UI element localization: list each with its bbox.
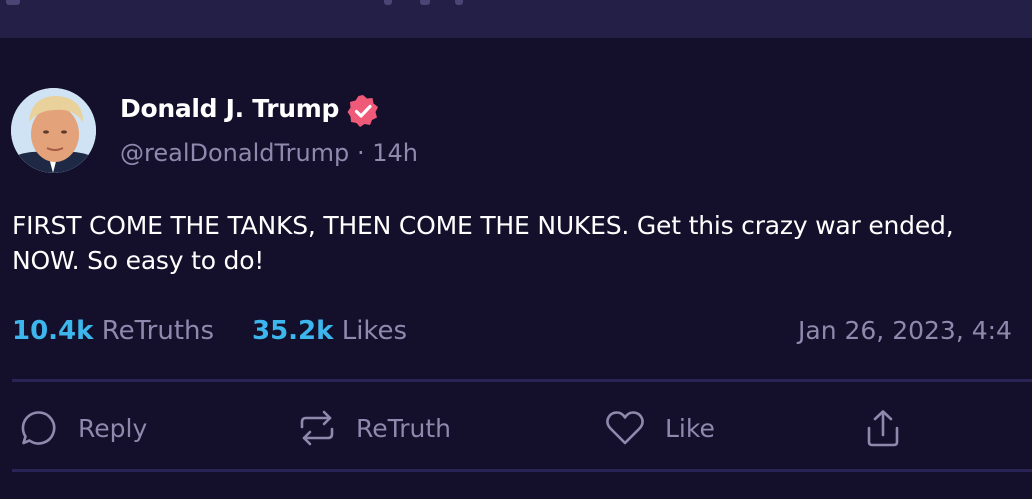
post-timestamp: Jan 26, 2023, 4:4 <box>798 316 1012 345</box>
retruth-icon <box>300 410 334 446</box>
reply-button[interactable]: Reply <box>20 405 147 451</box>
retruths-count: 10.4k <box>12 316 94 346</box>
reply-label: Reply <box>78 413 148 443</box>
heart-icon <box>606 411 644 445</box>
post-age[interactable]: 14h <box>372 139 418 167</box>
meta-separator: · <box>356 139 365 167</box>
top-bar <box>0 0 1032 38</box>
post-text: FIRST COME THE TANKS, THEN COME THE NUKE… <box>12 211 954 275</box>
author-handle[interactable]: @realDonaldTrump <box>120 139 349 167</box>
likes-label: Likes <box>341 316 408 346</box>
likes-stat[interactable]: 35.2k Likes <box>252 316 407 346</box>
author-name[interactable]: Donald J. Trump <box>120 94 339 123</box>
topbar-fragment <box>6 0 20 5</box>
share-icon <box>867 410 899 447</box>
author-meta: @realDonaldTrump · 14h <box>120 139 418 167</box>
retruths-stat[interactable]: 10.4k ReTruths <box>12 316 214 346</box>
verified-badge-icon <box>347 95 378 127</box>
like-label: Like <box>665 413 715 443</box>
topbar-fragment <box>420 0 430 5</box>
likes-count: 35.2k <box>252 316 334 346</box>
topbar-fragment <box>384 0 392 5</box>
divider <box>12 379 1032 382</box>
retruth-button[interactable]: ReTruth <box>298 405 451 451</box>
retruths-label: ReTruths <box>101 316 215 346</box>
like-button[interactable]: Like <box>605 405 715 451</box>
avatar[interactable] <box>11 88 96 173</box>
share-button[interactable] <box>865 405 901 451</box>
retruth-label: ReTruth <box>356 413 451 443</box>
divider <box>12 469 1032 472</box>
reply-icon <box>21 411 56 445</box>
topbar-fragment <box>455 0 463 5</box>
profile-photo-icon <box>11 88 96 173</box>
